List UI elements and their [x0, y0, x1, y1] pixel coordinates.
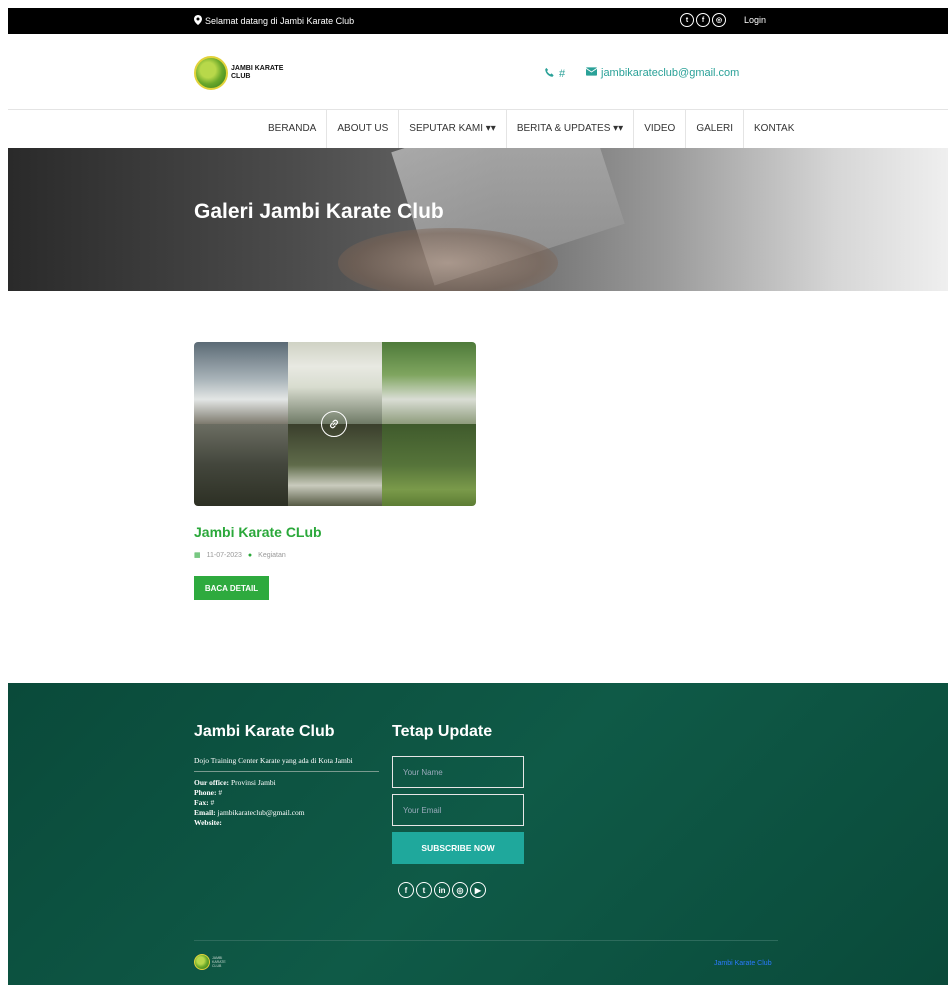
website-label: Website:	[194, 818, 222, 827]
nav-item-video[interactable]: VIDEO	[634, 110, 687, 148]
footer-logo-emblem	[194, 954, 210, 970]
read-detail-button[interactable]: BACA DETAIL	[194, 576, 269, 600]
photo-tile	[382, 342, 476, 424]
top-bar: Selamat datang di Jambi Karate Club t f …	[8, 8, 948, 34]
main-nav: BERANDA ABOUT US SEPUTAR KAMI ▾▾ BERITA …	[8, 110, 948, 148]
comments-icon: ●	[247, 551, 253, 559]
footer-subscribe-title: Tetap Update	[392, 723, 493, 740]
phone-text: #	[559, 68, 566, 80]
nav-item-about-us[interactable]: ABOUT US	[327, 110, 400, 148]
logo-text: JAMBI KARATE CLUB	[231, 65, 284, 80]
login-link[interactable]: Login	[744, 15, 766, 25]
fax-value: #	[210, 798, 215, 807]
calendar-icon: ▦	[194, 552, 201, 559]
page: Selamat datang di Jambi Karate Club t f …	[8, 8, 948, 985]
gallery-card-meta: ▦ 11-07-2023 ● Kegiatan	[194, 551, 286, 560]
footer-email: Email: jambikarateclub@gmail.com	[194, 808, 379, 818]
instagram-icon[interactable]: ◎	[452, 882, 468, 898]
photo-tile	[194, 342, 288, 424]
twitter-icon[interactable]: t	[416, 882, 432, 898]
nav-item-beranda[interactable]: BERANDA	[258, 110, 328, 148]
footer-about: Jambi Karate Club Dojo Training Center K…	[194, 723, 379, 828]
instagram-icon[interactable]: ◎	[712, 13, 726, 27]
phone-value: #	[218, 788, 223, 797]
page-title: Galeri Jambi Karate Club	[194, 200, 444, 223]
nav-item-berita-updates[interactable]: BERITA & UPDATES ▾▾	[507, 110, 635, 148]
youtube-icon[interactable]: ▶	[470, 882, 486, 898]
footer-about-title: Jambi Karate Club	[194, 723, 335, 740]
footer-socials: f t in ◎ ▶	[398, 882, 542, 898]
email-value[interactable]: jambikarateclub@gmail.com	[218, 808, 305, 817]
email-input[interactable]: Your Email	[392, 794, 524, 826]
footer-divider	[194, 940, 778, 941]
footer-logo-text: JAMBI KARATE CLUB	[212, 956, 226, 968]
site-footer: Jambi Karate Club Dojo Training Center K…	[8, 683, 948, 985]
post-date: 11-07-2023	[206, 551, 242, 559]
footer-copyright[interactable]: Jambi Karate Club	[714, 960, 772, 967]
footer-website: Website:	[194, 818, 379, 828]
twitter-icon[interactable]: t	[680, 13, 694, 27]
envelope-icon	[585, 67, 598, 79]
linkedin-icon[interactable]: in	[434, 882, 450, 898]
subscribe-button[interactable]: SUBSCRIBE NOW	[392, 832, 524, 864]
email-label: Email:	[194, 808, 216, 817]
welcome-message: Selamat datang di Jambi Karate Club	[194, 15, 354, 27]
email-text: jambikarateclub@gmail.com	[601, 67, 740, 79]
facebook-icon[interactable]: f	[398, 882, 414, 898]
topbar-socials: t f ◎	[680, 13, 726, 27]
site-logo[interactable]: JAMBI KARATE CLUB	[194, 56, 286, 90]
welcome-text: Selamat datang di Jambi Karate Club	[205, 16, 355, 26]
footer-description: Dojo Training Center Karate yang ada di …	[194, 756, 379, 772]
phone-label: Phone:	[194, 788, 217, 797]
fax-label: Fax:	[194, 798, 209, 807]
map-marker-icon	[194, 15, 202, 27]
photo-tile	[382, 424, 476, 506]
footer-subscribe: Tetap Update Your Name Your Email SUBSCR…	[392, 723, 542, 898]
header-email[interactable]: jambikarateclub@gmail.com	[585, 67, 740, 79]
site-header: JAMBI KARATE CLUB # jambikarateclub@gmai…	[8, 34, 948, 110]
hero-background-hand	[338, 228, 558, 291]
nav-item-seputar-kami[interactable]: SEPUTAR KAMI ▾▾	[399, 110, 507, 148]
link-icon[interactable]	[321, 411, 347, 437]
footer-phone: Phone: #	[194, 788, 379, 798]
footer-fax: Fax: #	[194, 798, 379, 808]
header-phone[interactable]: #	[544, 67, 565, 81]
footer-logo[interactable]: JAMBI KARATE CLUB	[194, 954, 232, 970]
page-hero: Galeri Jambi Karate Club	[8, 148, 948, 291]
phone-icon	[544, 67, 555, 81]
office-label: Our office:	[194, 778, 230, 787]
facebook-icon[interactable]: f	[696, 13, 710, 27]
nav-item-galeri[interactable]: GALERI	[686, 110, 745, 148]
name-input[interactable]: Your Name	[392, 756, 524, 788]
nav-item-kontak[interactable]: KONTAK	[744, 110, 804, 148]
office-value: Provinsi Jambi	[230, 778, 276, 787]
photo-tile	[194, 424, 288, 506]
gallery-card-title[interactable]: Jambi Karate CLub	[194, 524, 322, 540]
footer-office: Our office: Provinsi Jambi	[194, 778, 379, 788]
logo-emblem	[194, 56, 228, 90]
post-category[interactable]: Kegiatan	[258, 552, 286, 559]
